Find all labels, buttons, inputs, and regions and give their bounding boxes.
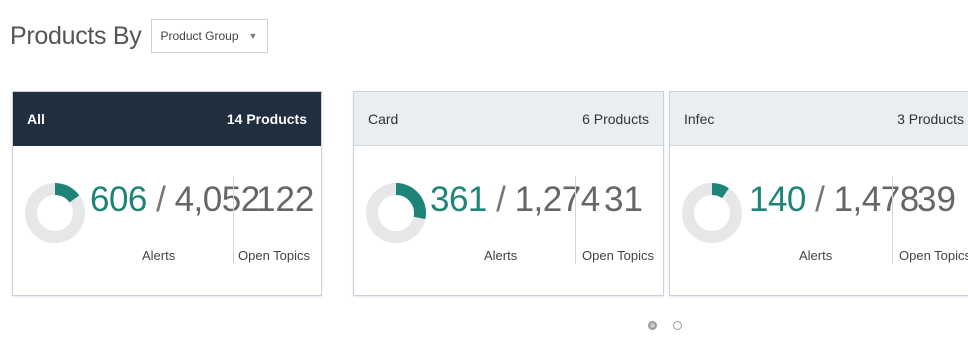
metric-divider — [892, 176, 893, 264]
page-title: Products By — [10, 21, 142, 50]
card-name: All — [27, 111, 45, 127]
card-name: Card — [368, 110, 399, 127]
carousel-dot-2[interactable] — [673, 321, 682, 330]
donut-segment — [54, 183, 80, 203]
alerts-count: 140 — [749, 180, 806, 219]
donut-segment — [395, 183, 426, 220]
open-topics-label: Open Topics — [238, 248, 311, 263]
metric-divider — [233, 176, 234, 264]
metric-divider — [575, 176, 576, 264]
card-product-count: 14 Products — [226, 111, 307, 127]
product-card-infec[interactable]: Infec 3 Products 140 / 1,478 Alerts 39 O… — [669, 91, 968, 296]
metric-separator: / — [486, 180, 515, 219]
card-name: Infec — [684, 110, 715, 127]
alerts-count: 361 — [430, 180, 487, 219]
product-card-card[interactable]: Card 6 Products 361 / 1,274 Alerts 31 Op… — [353, 91, 664, 296]
carousel-pagination — [648, 321, 682, 330]
donut-track — [682, 183, 742, 243]
card-header: Infec 3 Products — [670, 92, 968, 146]
alerts-label: Alerts — [142, 248, 176, 263]
card-body: 140 / 1,478 Alerts 39 Open Topics — [670, 146, 968, 295]
alerts-donut-chart — [25, 183, 85, 243]
card-product-count: 3 Products — [897, 110, 964, 127]
card-body: 361 / 1,274 Alerts 31 Open Topics — [354, 146, 663, 295]
alerts-metric: 140 / 1,478 — [749, 180, 919, 220]
carousel-dot-1[interactable] — [648, 321, 657, 330]
dropdown-selected-value: Product Group — [160, 29, 239, 43]
donut-segment — [711, 183, 729, 199]
card-body: 606 / 4,052 Alerts 122 Open Topics — [13, 146, 321, 295]
alerts-count: 606 — [90, 180, 147, 219]
product-group-dropdown[interactable]: Product Group ▼ — [151, 19, 269, 53]
alerts-total: 4,052 — [174, 180, 261, 219]
open-topics-count: 31 — [604, 180, 643, 219]
alerts-label: Alerts — [484, 248, 518, 263]
product-card-all[interactable]: All 14 Products 606 / 4,052 Alerts 122 O… — [12, 91, 322, 296]
alerts-metric: 606 / 4,052 — [90, 180, 260, 220]
page-header: Products By Product Group ▼ — [10, 14, 269, 58]
open-topics-label: Open Topics — [582, 248, 655, 263]
alerts-donut-chart — [366, 183, 426, 243]
metric-separator: / — [146, 180, 175, 219]
alerts-total: 1,478 — [833, 180, 920, 219]
chevron-down-icon: ▼ — [248, 31, 258, 41]
open-topics-label: Open Topics — [899, 248, 968, 263]
alerts-label: Alerts — [799, 248, 833, 263]
alerts-donut-chart — [682, 183, 742, 243]
alerts-total: 1,274 — [514, 180, 601, 219]
metric-separator: / — [805, 180, 834, 219]
open-topics-count: 122 — [256, 180, 315, 219]
card-header: All 14 Products — [13, 92, 321, 146]
card-product-count: 6 Products — [582, 110, 649, 127]
open-topics-count: 39 — [917, 180, 956, 219]
card-header: Card 6 Products — [354, 92, 663, 146]
